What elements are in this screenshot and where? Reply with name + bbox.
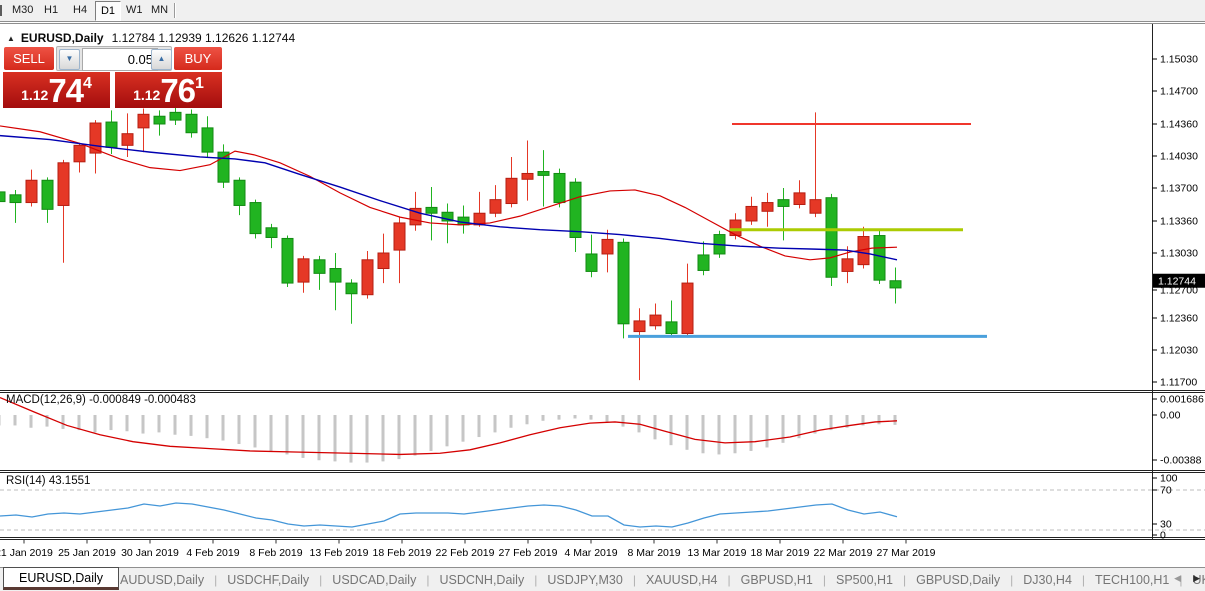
ask-price-main: 76 xyxy=(160,72,196,109)
svg-text:1.14030: 1.14030 xyxy=(1160,151,1198,163)
tab-separator: | xyxy=(1081,572,1086,587)
svg-text:1.11700: 1.11700 xyxy=(1160,377,1197,389)
svg-text:4 Mar 2019: 4 Mar 2019 xyxy=(564,547,617,559)
main-price-pane xyxy=(0,107,987,381)
rsi-line xyxy=(0,502,898,528)
svg-text:1.15030: 1.15030 xyxy=(1160,54,1198,66)
ask-price-pip: 1 xyxy=(195,75,204,92)
bid-price-pip: 4 xyxy=(83,75,92,92)
symbol-period-label: EURUSD,Daily xyxy=(20,31,104,45)
svg-text:-0.00388: -0.00388 xyxy=(1160,455,1202,467)
ohlc-values: 1.12784 1.12939 1.12626 1.12744 xyxy=(111,31,296,45)
svg-text:0.00: 0.00 xyxy=(1160,410,1181,422)
svg-text:8 Mar 2019: 8 Mar 2019 xyxy=(627,547,680,559)
rsi-indicator-label: RSI(14) 43.1551 xyxy=(6,475,91,487)
timeframe-button-h1[interactable]: H1 xyxy=(44,4,58,16)
timeframe-button-d1[interactable]: D1 xyxy=(95,1,121,21)
mt4-window: { "toolbar": { "timeframes": [ {"label":… xyxy=(0,0,1205,591)
svg-text:1.12360: 1.12360 xyxy=(1160,312,1198,324)
volume-increase-button[interactable]: ▲ xyxy=(151,49,172,70)
tab-separator: | xyxy=(426,572,430,587)
chart-tab-sp500-h1[interactable]: SP500,H1 xyxy=(835,573,894,587)
chart-tab-usdjpy-m30[interactable]: USDJPY,M30 xyxy=(546,573,624,587)
timeframe-button-h4[interactable]: H4 xyxy=(73,4,87,16)
tab-separator: | xyxy=(727,572,731,587)
svg-text:1.14360: 1.14360 xyxy=(1160,118,1198,130)
chart-tab-bar: EURUSD,Daily AUDUSD,Daily | USDCHF,Daily | US… xyxy=(0,567,1205,591)
chart-tab-gbpusd-daily[interactable]: GBPUSD,Daily xyxy=(915,573,1001,587)
svg-text:27 Mar 2019: 27 Mar 2019 xyxy=(877,547,936,559)
svg-text:25 Jan 2019: 25 Jan 2019 xyxy=(58,547,116,559)
timeframe-button-w1[interactable]: W1 xyxy=(126,4,143,16)
tab-separator: | xyxy=(214,572,218,587)
chart-tab-eurusd-daily[interactable]: EURUSD,Daily xyxy=(3,567,120,590)
svg-text:100: 100 xyxy=(1160,473,1178,485)
svg-text:1.12030: 1.12030 xyxy=(1160,345,1198,357)
sell-button[interactable]: SELL xyxy=(4,47,54,70)
chart-tab-dj30-h4[interactable]: DJ30,H4 xyxy=(1022,573,1073,587)
svg-text:21 Jan 2019: 21 Jan 2019 xyxy=(0,547,53,559)
buy-button[interactable]: BUY xyxy=(174,47,222,70)
tab-scroll-arrows: ◀ ▶ xyxy=(1174,573,1200,584)
tab-separator: | xyxy=(1010,572,1014,587)
bid-price-main: 74 xyxy=(48,72,84,109)
svg-text:22 Mar 2019: 22 Mar 2019 xyxy=(814,547,873,559)
volume-input[interactable] xyxy=(82,48,158,71)
svg-text:1.14700: 1.14700 xyxy=(1160,86,1198,98)
volume-decrease-button[interactable]: ▼ xyxy=(59,49,80,70)
timeframe-toolbar: M30 H1 H4 D1 W1 MN xyxy=(0,0,1205,22)
svg-text:22 Feb 2019: 22 Feb 2019 xyxy=(436,547,495,559)
chart-tab-gbpusd-h1[interactable]: GBPUSD,H1 xyxy=(740,573,814,587)
svg-text:13 Mar 2019: 13 Mar 2019 xyxy=(688,547,747,559)
clipped-timeframe-fragment xyxy=(0,5,2,16)
svg-text:13 Feb 2019: 13 Feb 2019 xyxy=(310,547,369,559)
collapse-arrow-icon[interactable]: ▲ xyxy=(7,34,15,43)
chart-title: ▲ EURUSD,Daily 1.12784 1.12939 1.12626 1.1… xyxy=(7,31,295,45)
one-click-trading-panel: SELL ▼ ▲ BUY 1.12744 1.12761 xyxy=(3,46,223,109)
price-axis[interactable]: 1.15030 1.14700 1.14360 1.14030 1.13700 1.133… xyxy=(1152,54,1205,542)
tab-separator: | xyxy=(534,572,538,587)
ask-price-prefix: 1.12 xyxy=(133,87,161,103)
svg-text:30 Jan 2019: 30 Jan 2019 xyxy=(121,547,179,559)
tab-separator: | xyxy=(902,572,907,587)
svg-text:8 Feb 2019: 8 Feb 2019 xyxy=(249,547,302,559)
svg-text:18 Mar 2019: 18 Mar 2019 xyxy=(751,547,810,559)
chart-tab-tech100-h1[interactable]: TECH100,H1 xyxy=(1094,573,1170,587)
macd-indicator-label: MACD(12,26,9) -0.000849 -0.000483 xyxy=(6,394,196,406)
timeframe-button-m30[interactable]: M30 xyxy=(12,4,33,16)
tab-scroll-right-icon[interactable]: ▶ xyxy=(1193,573,1200,583)
timeframe-button-mn[interactable]: MN xyxy=(151,4,168,16)
ma-red-line xyxy=(0,125,898,261)
svg-text:18 Feb 2019: 18 Feb 2019 xyxy=(373,547,432,559)
candles-layer xyxy=(0,107,902,381)
rsi-pane xyxy=(0,489,1205,531)
tab-scroll-left-icon[interactable]: ◀ xyxy=(1174,573,1181,583)
svg-text:0.001686: 0.001686 xyxy=(1160,394,1204,406)
chart-tab-usdcnh-daily[interactable]: USDCNH,Daily xyxy=(438,573,525,587)
svg-text:0: 0 xyxy=(1160,530,1166,542)
chart-tab-usdcad-daily[interactable]: USDCAD,Daily xyxy=(331,573,417,587)
tab-separator: | xyxy=(319,572,323,587)
volume-group: ▼ ▲ xyxy=(56,46,172,71)
chart-tab-xauusd-h4[interactable]: XAUUSD,H4 xyxy=(645,573,719,587)
tab-separator: | xyxy=(632,572,636,587)
svg-text:1.13700: 1.13700 xyxy=(1160,183,1198,195)
ma-blue-line xyxy=(0,134,898,261)
toolbar-separator xyxy=(174,3,176,18)
current-price-value: 1.12744 xyxy=(1158,276,1196,288)
tab-separator: | xyxy=(822,572,826,587)
macd-pane xyxy=(0,397,898,463)
svg-text:1.13360: 1.13360 xyxy=(1160,215,1198,227)
ask-price-box[interactable]: 1.12761 xyxy=(115,72,222,109)
bid-price-prefix: 1.12 xyxy=(21,87,49,103)
toolbar-groove xyxy=(0,23,1205,24)
date-axis[interactable]: 21 Jan 2019 25 Jan 2019 30 Jan 2019 4 Feb 2… xyxy=(0,540,936,559)
svg-text:1.13030: 1.13030 xyxy=(1160,248,1198,260)
svg-text:27 Feb 2019: 27 Feb 2019 xyxy=(499,547,558,559)
chart-tab-usdchf-daily[interactable]: USDCHF,Daily xyxy=(226,573,310,587)
bid-price-box[interactable]: 1.12744 xyxy=(3,72,110,109)
svg-text:4 Feb 2019: 4 Feb 2019 xyxy=(186,547,239,559)
svg-text:70: 70 xyxy=(1160,485,1172,497)
chart-tab-audusd-daily[interactable]: AUDUSD,Daily xyxy=(119,573,205,587)
